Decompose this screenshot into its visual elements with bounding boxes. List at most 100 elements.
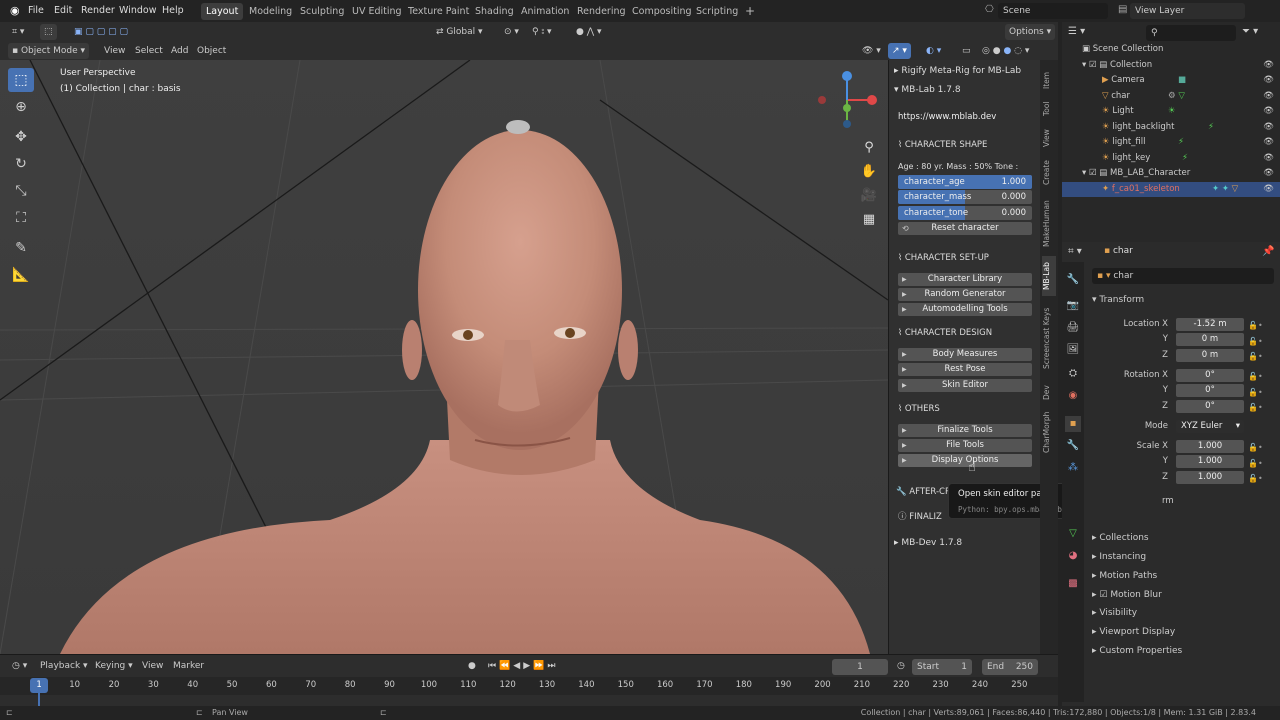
file-tools-button[interactable]: ▶ File Tools <box>898 439 1032 452</box>
automodelling-tools-button[interactable]: ▶ Automodelling Tools <box>898 303 1032 316</box>
eye-icon[interactable]: 👁 <box>1263 120 1274 136</box>
select-tool-icon[interactable]: ⬚ <box>40 24 57 40</box>
rest-pose-button[interactable]: ▶ Rest Pose <box>898 363 1032 376</box>
scene-tab-icon[interactable]: ⛭ <box>1065 366 1081 382</box>
view-layer-selector[interactable]: View Layer <box>1130 3 1245 19</box>
menu-edit[interactable]: Edit <box>50 0 76 22</box>
menu-view[interactable]: View <box>100 43 129 59</box>
current-frame-field[interactable]: 1 <box>832 659 888 675</box>
proportional-icon[interactable]: ● ⋀ ▾ <box>572 24 605 40</box>
scale-y-field[interactable]: 1.000 <box>1176 455 1244 468</box>
outliner-row-light-backlight[interactable]: ☀ light_backlight ⚡ 👁 <box>1062 120 1280 136</box>
outliner-row-skeleton[interactable]: ✦ f_ca01_skeleton ✦ ✦ ▽ 👁 <box>1062 181 1280 198</box>
end-frame-field[interactable]: End 250 <box>982 659 1038 675</box>
random-generator-button[interactable]: ▶ Random Generator <box>898 288 1032 301</box>
scale-icon[interactable]: ⤡ <box>8 179 34 203</box>
clock-icon[interactable]: ◷ <box>893 658 909 674</box>
outliner-row-light-fill[interactable]: ☀ light_fill ⚡ 👁 <box>1062 135 1280 151</box>
menu-select[interactable]: Select <box>131 43 167 59</box>
checkbox-icon[interactable]: ☑ <box>1089 60 1099 70</box>
zoom-icon[interactable]: ⚲ <box>860 136 878 160</box>
outliner-row-collection[interactable]: ▾ ☑ ▤ Collection 👁 <box>1062 58 1280 74</box>
tab-rendering[interactable]: Rendering <box>572 3 631 20</box>
select-mode-icons[interactable]: ▣ ▢ ▢ ▢ ▢ <box>70 24 132 40</box>
eye-icon[interactable]: 👁 <box>1263 182 1274 198</box>
scene-selector[interactable]: Scene <box>998 3 1108 19</box>
slider-character-age[interactable]: character_age 1.000 <box>898 175 1032 189</box>
eye-icon[interactable]: 👁 <box>1263 135 1274 151</box>
tab-sculpting[interactable]: Sculpting <box>295 3 349 20</box>
motion-blur-section[interactable]: ▸ ☑ Motion Blur <box>1092 590 1162 600</box>
outliner-search-input[interactable]: ⚲ <box>1146 25 1236 41</box>
playback-controls-icon[interactable]: ⏮⏪◀▶⏩⏭ <box>484 658 562 674</box>
shading-modes-icon[interactable]: ◎ ● ● ◌ ▾ <box>978 43 1033 59</box>
sidebar-tab-mblab[interactable]: MB-Lab <box>1042 256 1056 296</box>
finalize-header[interactable]: ⓘ FINALIZ <box>898 510 942 522</box>
particles-tab-icon[interactable]: ⁂ <box>1065 460 1081 476</box>
location-z-field[interactable]: 0 m <box>1176 349 1244 362</box>
outliner-editor-icon[interactable]: ☰ ▾ <box>1068 26 1085 37</box>
start-frame-field[interactable]: Start 1 <box>912 659 972 675</box>
lock-icons-scale[interactable]: 🔓• 🔓• 🔓• <box>1248 440 1263 487</box>
orientation-dropdown[interactable]: ⇄ Global ▾ <box>432 24 487 40</box>
rotate-icon[interactable]: ↻ <box>8 152 34 176</box>
display-options-button[interactable]: ▶ Display Options <box>898 454 1032 467</box>
blender-logo-icon[interactable]: ◉ <box>6 0 24 22</box>
keying-menu[interactable]: Keying ▾ <box>91 658 137 674</box>
annotate-icon[interactable]: ✎ <box>8 236 34 260</box>
move-icon[interactable]: ✥ <box>8 125 34 149</box>
eye-icon[interactable]: 👁 <box>1263 58 1274 74</box>
transform-icon[interactable]: ⛶ <box>8 206 34 230</box>
tab-compositing[interactable]: Compositing <box>627 3 697 20</box>
xray-icon[interactable]: ▭ <box>958 43 975 59</box>
select-box-icon[interactable]: ⬚ <box>8 68 34 92</box>
lock-icons-rotation[interactable]: 🔓• 🔓• 🔓• <box>1248 369 1263 416</box>
tab-scripting[interactable]: Scripting <box>691 3 743 20</box>
visibility-section[interactable]: ▸ Visibility <box>1092 608 1137 618</box>
checkbox-icon[interactable]: ☑ <box>1099 590 1110 600</box>
material-tab-icon[interactable]: ◕ <box>1065 548 1081 564</box>
rotation-y-field[interactable]: 0° <box>1176 384 1244 397</box>
mblab-panel-header[interactable]: ▾ MB-Lab 1.7.8 <box>894 85 961 95</box>
custom-properties-section[interactable]: ▸ Custom Properties <box>1092 646 1182 656</box>
scale-x-field[interactable]: 1.000 <box>1176 440 1244 453</box>
mode-dropdown[interactable]: ▪ Object Mode ▾ <box>8 43 90 59</box>
reset-character-button[interactable]: ⟲ Reset character <box>898 222 1032 235</box>
transform-header[interactable]: ▾ Transform <box>1092 295 1144 305</box>
snap-icon[interactable]: ⚲ ⦂ ▾ <box>528 24 556 40</box>
menu-add[interactable]: Add <box>167 43 192 59</box>
motion-paths-section[interactable]: ▸ Motion Paths <box>1092 571 1157 581</box>
texture-tab-icon[interactable]: ▩ <box>1065 576 1081 592</box>
menu-file[interactable]: File <box>24 0 48 22</box>
cursor-icon[interactable]: ⊕ <box>8 95 34 119</box>
visibility-icon[interactable]: 👁 ▾ <box>858 43 885 59</box>
overlay-icon[interactable]: ◐ ▾ <box>922 43 945 59</box>
view-layer-tab-icon[interactable]: 🖼 <box>1065 342 1081 358</box>
output-tab-icon[interactable]: 🖨 <box>1065 320 1081 336</box>
sidebar-tab-view[interactable]: View <box>1042 124 1056 152</box>
eye-icon[interactable]: 👁 <box>1263 73 1274 89</box>
data-tab-icon[interactable]: ▽ <box>1065 526 1081 542</box>
properties-editor-icon[interactable]: ⌗ ▾ <box>1068 246 1082 257</box>
outliner-row-char[interactable]: ▽ char ⚙ ▽ 👁 <box>1062 89 1280 105</box>
rigify-panel-header[interactable]: ▸ Rigify Meta-Rig for MB-Lab <box>894 66 1021 76</box>
location-x-field[interactable]: -1.52 m <box>1176 318 1244 331</box>
sidebar-tab-charmorph[interactable]: CharMorph <box>1042 408 1056 456</box>
world-tab-icon[interactable]: ◉ <box>1065 388 1081 404</box>
gizmo-icon[interactable]: ↗ ▾ <box>888 43 911 59</box>
pan-hand-icon[interactable]: ✋ <box>860 160 878 184</box>
measure-icon[interactable]: 📐 <box>8 263 34 287</box>
tab-animation[interactable]: Animation <box>516 3 574 20</box>
sidebar-tab-create[interactable]: Create <box>1042 154 1056 192</box>
body-measures-button[interactable]: ▶ Body Measures <box>898 348 1032 361</box>
outliner-row-mb-lab-character[interactable]: ▾ ☑ ▤ MB_LAB_Character 👁 <box>1062 166 1280 182</box>
sidebar-tab-makehuman[interactable]: MakeHuman <box>1042 194 1056 254</box>
sidebar-tab-screencast-keys[interactable]: Screencast Keys <box>1042 298 1056 378</box>
tab-layout[interactable]: Layout <box>201 3 244 20</box>
outliner-row-light[interactable]: ☀ Light ☀ 👁 <box>1062 104 1280 120</box>
outliner-scene-collection[interactable]: ▣ Scene Collection <box>1062 42 1280 58</box>
slider-character-tone[interactable]: character_tone 0.000 <box>898 206 1032 220</box>
tab-shading[interactable]: Shading <box>470 3 519 20</box>
marker-menu[interactable]: Marker <box>169 658 208 674</box>
location-y-field[interactable]: 0 m <box>1176 333 1244 346</box>
